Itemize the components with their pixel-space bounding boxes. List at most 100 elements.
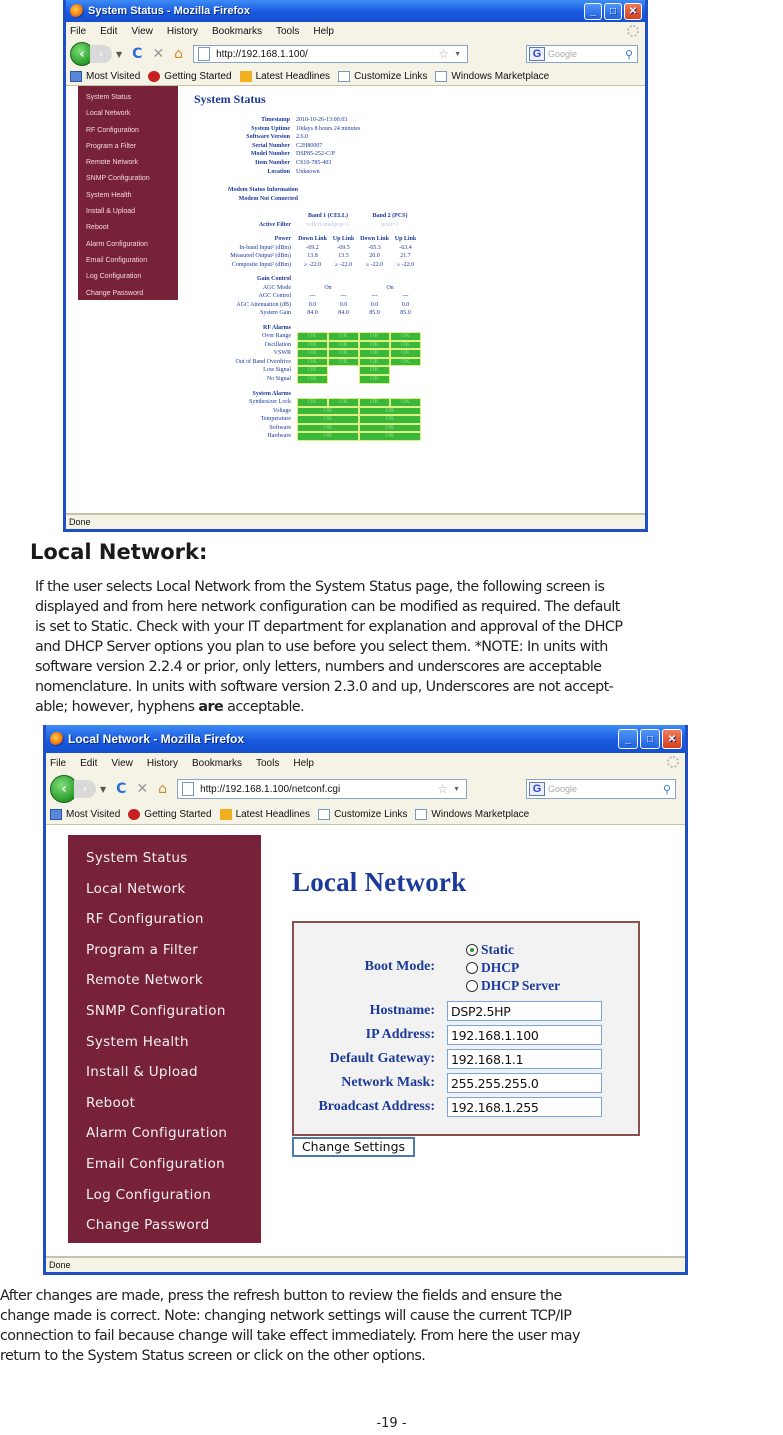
power-row: Composite Input² (dBm) ≥ -22.0 ≥ -22.0 ≥ -2… bbox=[231, 261, 415, 268]
menu-tools[interactable]: Tools bbox=[256, 758, 279, 769]
sidebar-item-email-configuration[interactable]: Email Configuration bbox=[68, 1149, 261, 1180]
history-dropdown-icon[interactable]: ▼ bbox=[100, 785, 106, 794]
bookmark-latest-headlines[interactable]: Latest Headlines bbox=[239, 71, 330, 82]
stop-button[interactable]: ✕ bbox=[136, 781, 148, 797]
menu-edit[interactable]: Edit bbox=[80, 758, 97, 769]
minimize-button[interactable]: _ bbox=[584, 2, 602, 20]
close-button[interactable]: ✕ bbox=[662, 729, 682, 749]
url-dropdown-icon[interactable]: ▼ bbox=[454, 51, 461, 58]
minimize-button[interactable]: _ bbox=[618, 729, 638, 749]
firefox-icon bbox=[50, 732, 64, 746]
menu-file[interactable]: File bbox=[50, 758, 66, 769]
sidebar-item-rf-configuration[interactable]: RF Configuration bbox=[78, 123, 178, 139]
boot-mode-static[interactable]: Static bbox=[466, 941, 560, 959]
menu-history[interactable]: History bbox=[167, 26, 198, 37]
sidebar-item-system-status[interactable]: System Status bbox=[68, 843, 261, 874]
sidebar-item-change-password[interactable]: Change Password bbox=[78, 286, 178, 302]
sidebar-item-remote-network[interactable]: Remote Network bbox=[68, 965, 261, 996]
change-settings-button[interactable]: Change Settings bbox=[292, 1137, 415, 1157]
sidebar-item-reboot[interactable]: Reboot bbox=[68, 1088, 261, 1119]
bookmark-latest-headlines[interactable]: Latest Headlines bbox=[219, 809, 310, 820]
bookmark-customize-links[interactable]: Customize Links bbox=[318, 809, 407, 820]
sidebar-item-system-health[interactable]: System Health bbox=[78, 188, 178, 204]
menu-tools[interactable]: Tools bbox=[276, 26, 299, 37]
bookmark-star-icon[interactable]: ☆ bbox=[437, 782, 448, 796]
closing-paragraph: After changes are made, press the refres… bbox=[0, 1288, 580, 1364]
menu-history[interactable]: History bbox=[147, 758, 178, 769]
url-bar[interactable]: http://192.168.1.100/netconf.cgi ☆ ▼ bbox=[177, 779, 468, 799]
sidebar-item-log-configuration[interactable]: Log Configuration bbox=[78, 269, 178, 285]
sidebar-item-system-status[interactable]: System Status bbox=[78, 90, 178, 106]
boot-mode-dhcp[interactable]: DHCP bbox=[466, 959, 560, 977]
home-button[interactable]: ⌂ bbox=[158, 781, 167, 797]
menu-help[interactable]: Help bbox=[313, 26, 334, 37]
status-bar: Done bbox=[66, 513, 645, 529]
sidebar-item-change-password[interactable]: Change Password bbox=[68, 1210, 261, 1241]
sidebar-item-snmp-configuration[interactable]: SNMP Configuration bbox=[78, 171, 178, 187]
sidebar-item-install-upload[interactable]: Install & Upload bbox=[78, 204, 178, 220]
maximize-button[interactable]: □ bbox=[604, 2, 622, 20]
search-box[interactable]: G Google ⚲ bbox=[526, 779, 676, 799]
alarm-row: Software OK OK bbox=[194, 423, 421, 433]
sidebar-item-snmp-configuration[interactable]: SNMP Configuration bbox=[68, 996, 261, 1027]
search-icon[interactable]: ⚲ bbox=[663, 783, 671, 796]
bookmark-most-visited[interactable]: Most Visited bbox=[50, 809, 120, 820]
menu-view[interactable]: View bbox=[131, 26, 153, 37]
sidebar-item-local-network[interactable]: Local Network bbox=[68, 874, 261, 905]
sidebar-item-local-network[interactable]: Local Network bbox=[78, 106, 178, 122]
menu-bookmarks[interactable]: Bookmarks bbox=[212, 26, 262, 37]
sidebar-item-program-filter[interactable]: Program a Filter bbox=[68, 935, 261, 966]
forward-button[interactable]: › bbox=[74, 780, 96, 798]
search-icon[interactable]: ⚲ bbox=[625, 48, 633, 61]
radio-selected[interactable] bbox=[466, 944, 478, 956]
menu-view[interactable]: View bbox=[111, 758, 133, 769]
sidebar-item-program-filter[interactable]: Program a Filter bbox=[78, 139, 178, 155]
sidebar-item-rf-configuration[interactable]: RF Configuration bbox=[68, 904, 261, 935]
sidebar-item-log-configuration[interactable]: Log Configuration bbox=[68, 1180, 261, 1211]
bookmark-getting-started[interactable]: Getting Started bbox=[128, 809, 212, 820]
radio-unselected[interactable] bbox=[466, 962, 478, 974]
sidebar-item-install-upload[interactable]: Install & Upload bbox=[68, 1057, 261, 1088]
menu-file[interactable]: File bbox=[70, 26, 86, 37]
url-bar[interactable]: http://192.168.1.100/ ☆ ▼ bbox=[193, 45, 469, 63]
forward-button[interactable]: › bbox=[90, 45, 112, 63]
bookmarks-toolbar: Most Visited Getting Started Latest Head… bbox=[66, 68, 645, 86]
page-title: Local Network bbox=[292, 867, 467, 897]
sidebar-item-alarm-configuration[interactable]: Alarm Configuration bbox=[68, 1118, 261, 1149]
boot-mode-dhcp-server[interactable]: DHCP Server bbox=[466, 977, 560, 995]
maximize-button[interactable]: □ bbox=[640, 729, 660, 749]
radio-unselected[interactable] bbox=[466, 980, 478, 992]
ip-address-input[interactable] bbox=[447, 1025, 602, 1045]
search-placeholder: Google bbox=[548, 784, 578, 794]
sidebar-item-remote-network[interactable]: Remote Network bbox=[78, 155, 178, 171]
menu-help[interactable]: Help bbox=[293, 758, 314, 769]
reload-button[interactable]: C bbox=[116, 781, 126, 797]
url-dropdown-icon[interactable]: ▼ bbox=[453, 786, 460, 793]
search-engine-icon[interactable]: G bbox=[529, 47, 545, 61]
home-button[interactable]: ⌂ bbox=[174, 46, 183, 62]
bookmark-getting-started[interactable]: Getting Started bbox=[148, 71, 232, 82]
default-gateway-input[interactable] bbox=[447, 1049, 602, 1069]
sidebar-item-email-configuration[interactable]: Email Configuration bbox=[78, 253, 178, 269]
hostname-input[interactable] bbox=[447, 1001, 602, 1021]
search-box[interactable]: G Google ⚲ bbox=[526, 45, 638, 63]
sidebar-item-reboot[interactable]: Reboot bbox=[78, 220, 178, 236]
alarm-status-cell: OK bbox=[297, 423, 359, 433]
bookmark-windows-marketplace[interactable]: Windows Marketplace bbox=[435, 71, 549, 82]
bookmark-customize-links[interactable]: Customize Links bbox=[338, 71, 427, 82]
close-button[interactable]: ✕ bbox=[624, 2, 642, 20]
menu-edit[interactable]: Edit bbox=[100, 26, 117, 37]
sidebar-item-system-health[interactable]: System Health bbox=[68, 1027, 261, 1058]
history-dropdown-icon[interactable]: ▼ bbox=[116, 50, 122, 59]
reload-button[interactable]: C bbox=[132, 46, 142, 62]
network-mask-input[interactable] bbox=[447, 1073, 602, 1093]
bookmark-most-visited[interactable]: Most Visited bbox=[70, 71, 140, 82]
stop-button[interactable]: ✕ bbox=[152, 46, 164, 62]
broadcast-address-input[interactable] bbox=[447, 1097, 602, 1117]
menu-bookmarks[interactable]: Bookmarks bbox=[192, 758, 242, 769]
sidebar-item-alarm-configuration[interactable]: Alarm Configuration bbox=[78, 237, 178, 253]
getting-started-icon bbox=[128, 809, 141, 820]
bookmark-star-icon[interactable]: ☆ bbox=[438, 47, 449, 61]
bookmark-windows-marketplace[interactable]: Windows Marketplace bbox=[415, 809, 529, 820]
search-engine-icon[interactable]: G bbox=[529, 782, 545, 796]
